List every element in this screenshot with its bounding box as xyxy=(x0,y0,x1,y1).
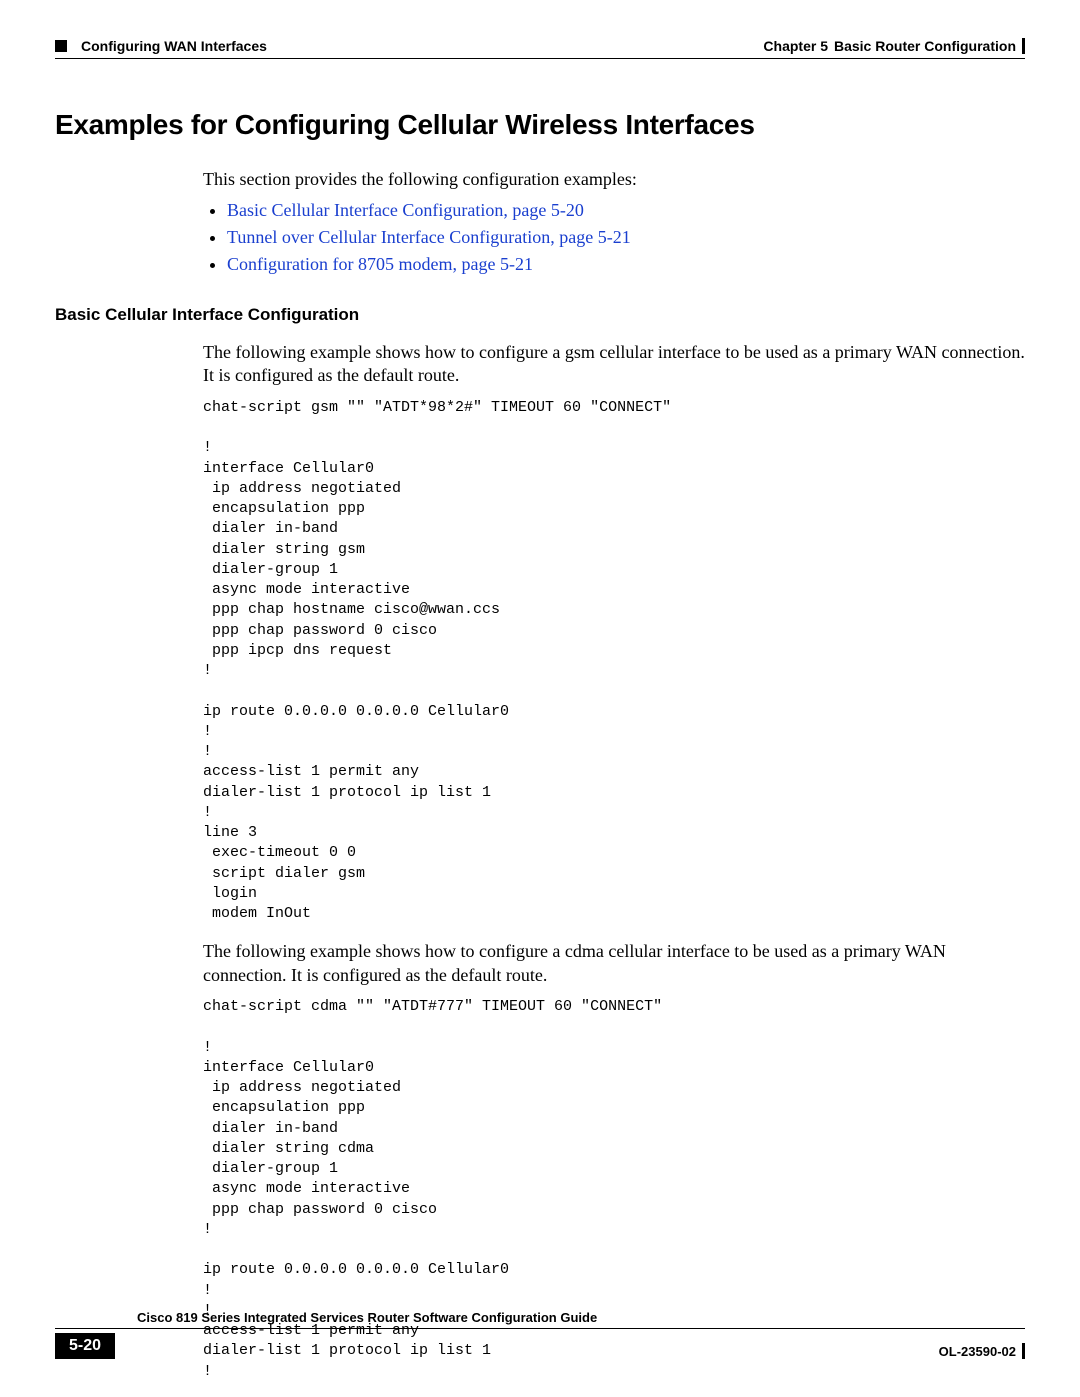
intro-text: This section provides the following conf… xyxy=(203,169,1025,190)
code-block-gsm: chat-script gsm "" "ATDT*98*2#" TIMEOUT … xyxy=(203,398,1025,925)
header-bar-icon xyxy=(1022,38,1025,54)
toc-link-label: Basic Cellular Interface Configuration, … xyxy=(227,200,584,220)
toc-link-label: Configuration for 8705 modem, page 5-21 xyxy=(227,254,533,274)
header-divider xyxy=(55,58,1025,59)
toc-link[interactable]: Basic Cellular Interface Configuration, … xyxy=(227,200,1025,221)
footer-bar-icon xyxy=(1022,1343,1025,1359)
body-paragraph: The following example shows how to confi… xyxy=(203,341,1025,388)
section-heading: Examples for Configuring Cellular Wirele… xyxy=(55,109,1025,141)
page-header: Configuring WAN Interfaces Chapter 5 Bas… xyxy=(55,38,1025,54)
header-section-left: Configuring WAN Interfaces xyxy=(81,38,267,54)
toc-link-list: Basic Cellular Interface Configuration, … xyxy=(227,200,1025,275)
subsection-heading: Basic Cellular Interface Configuration xyxy=(55,305,1025,325)
header-title: Basic Router Configuration xyxy=(834,38,1016,54)
footer-doc-id: OL-23590-02 xyxy=(939,1344,1016,1359)
body-paragraph: The following example shows how to confi… xyxy=(203,940,1025,987)
page-number-badge: 5-20 xyxy=(55,1333,115,1359)
page-footer: Cisco 819 Series Integrated Services Rou… xyxy=(55,1328,1025,1359)
toc-link-label: Tunnel over Cellular Interface Configura… xyxy=(227,227,631,247)
toc-link[interactable]: Configuration for 8705 modem, page 5-21 xyxy=(227,254,1025,275)
header-chapter: Chapter 5 xyxy=(763,38,828,54)
toc-link[interactable]: Tunnel over Cellular Interface Configura… xyxy=(227,227,1025,248)
footer-guide-title: Cisco 819 Series Integrated Services Rou… xyxy=(137,1310,597,1325)
header-marker-icon xyxy=(55,40,67,52)
